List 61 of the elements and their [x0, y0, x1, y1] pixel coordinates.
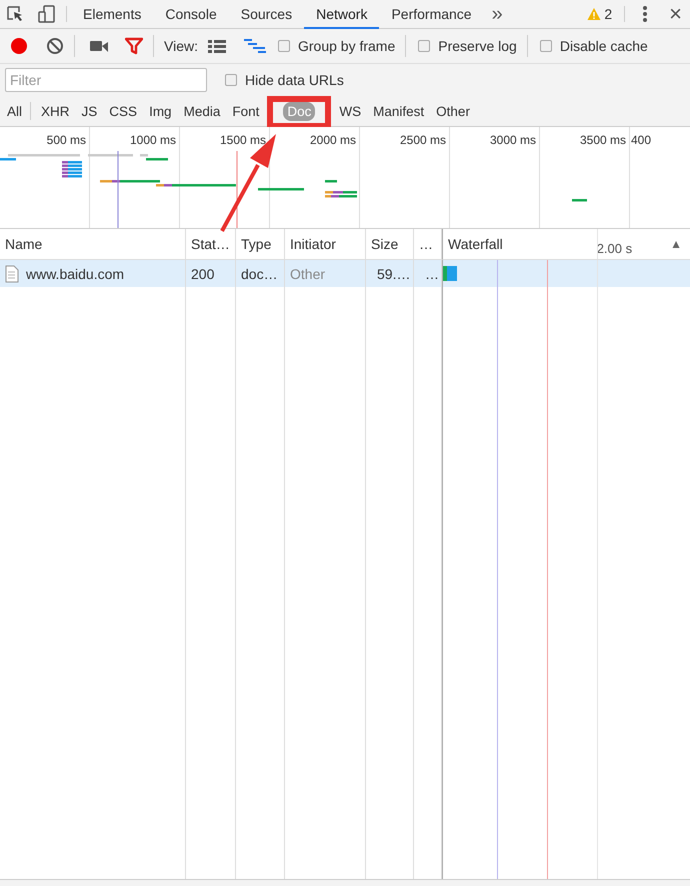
type-filter-button[interactable]: XHR [37, 102, 74, 120]
time-tick-label: 1000 ms [130, 133, 176, 147]
record-button[interactable] [10, 37, 28, 55]
filter-icon[interactable] [125, 37, 143, 55]
type-cell: doc… [241, 266, 278, 282]
checkbox-label: Group by frame [298, 38, 396, 54]
time-scale-label: 2.00 s [596, 240, 632, 256]
inspect-icon[interactable] [6, 5, 24, 23]
initiator-cell: Other [290, 266, 326, 282]
warning-count[interactable]: 2 [604, 6, 612, 22]
panel-tab[interactable]: Elements [71, 0, 154, 29]
more-tabs-button[interactable]: » [484, 0, 511, 28]
waterfall-view-icon[interactable] [244, 38, 266, 54]
panel-tab[interactable]: Sources [228, 0, 304, 29]
panel-tab[interactable]: Console [153, 0, 229, 29]
table-cell: … [425, 266, 439, 282]
column-header[interactable]: … [419, 236, 433, 252]
time-tick-label: 3500 ms [580, 133, 626, 147]
status-cell: 200 [191, 266, 214, 282]
timing-bar [443, 266, 457, 281]
sort-indicator[interactable]: ▲ [670, 237, 682, 251]
time-tick-label: 400 [631, 133, 652, 147]
view-label: View: [164, 38, 198, 54]
type-filter-button[interactable]: All [3, 102, 26, 120]
type-filter-button[interactable]: Img [145, 102, 176, 120]
document-icon [5, 264, 19, 282]
column-header[interactable]: Type [241, 236, 272, 252]
close-button[interactable]: × [661, 0, 690, 28]
clear-icon[interactable] [46, 37, 64, 55]
column-header[interactable]: Size [371, 236, 398, 252]
checkbox-label: Hide data URLs [245, 72, 344, 88]
checkbox[interactable] [540, 40, 552, 52]
time-tick-label: 2500 ms [400, 133, 446, 147]
column-header[interactable]: Stat… [191, 236, 230, 252]
time-tick-label: 2000 ms [310, 133, 356, 147]
checkbox-label: Disable cache [560, 38, 648, 54]
list-view-icon[interactable] [208, 38, 226, 54]
type-filter-button[interactable]: Media [180, 102, 224, 120]
type-filter-button[interactable]: Font [228, 102, 264, 120]
type-filter-button[interactable]: Other [432, 102, 474, 120]
column-header[interactable]: Waterfall [448, 236, 503, 252]
column-header[interactable]: Name [5, 236, 42, 252]
menu-icon[interactable] [643, 6, 648, 22]
checkbox[interactable] [418, 40, 430, 52]
type-filter-button[interactable]: Manifest [369, 102, 428, 120]
checkbox[interactable] [225, 74, 237, 86]
time-tick-label: 500 ms [46, 133, 86, 147]
filter-field[interactable]: Filter [5, 68, 207, 92]
time-tick-label: 3000 ms [490, 133, 536, 147]
checkbox[interactable] [278, 40, 290, 52]
time-tick-label: 1500 ms [220, 133, 266, 147]
warning-icon [587, 7, 602, 21]
column-header[interactable]: Initiator [290, 236, 336, 252]
size-cell: 59.… [377, 266, 410, 282]
panel-tab[interactable]: Performance [379, 0, 484, 29]
type-filter-button[interactable]: JS [78, 102, 102, 120]
type-filter-button[interactable]: WS [335, 102, 366, 120]
checkbox-label: Preserve log [438, 38, 517, 54]
type-filter-button[interactable]: CSS [105, 102, 142, 120]
camera-icon[interactable] [89, 38, 109, 54]
device-toolbar-icon[interactable] [38, 5, 56, 23]
